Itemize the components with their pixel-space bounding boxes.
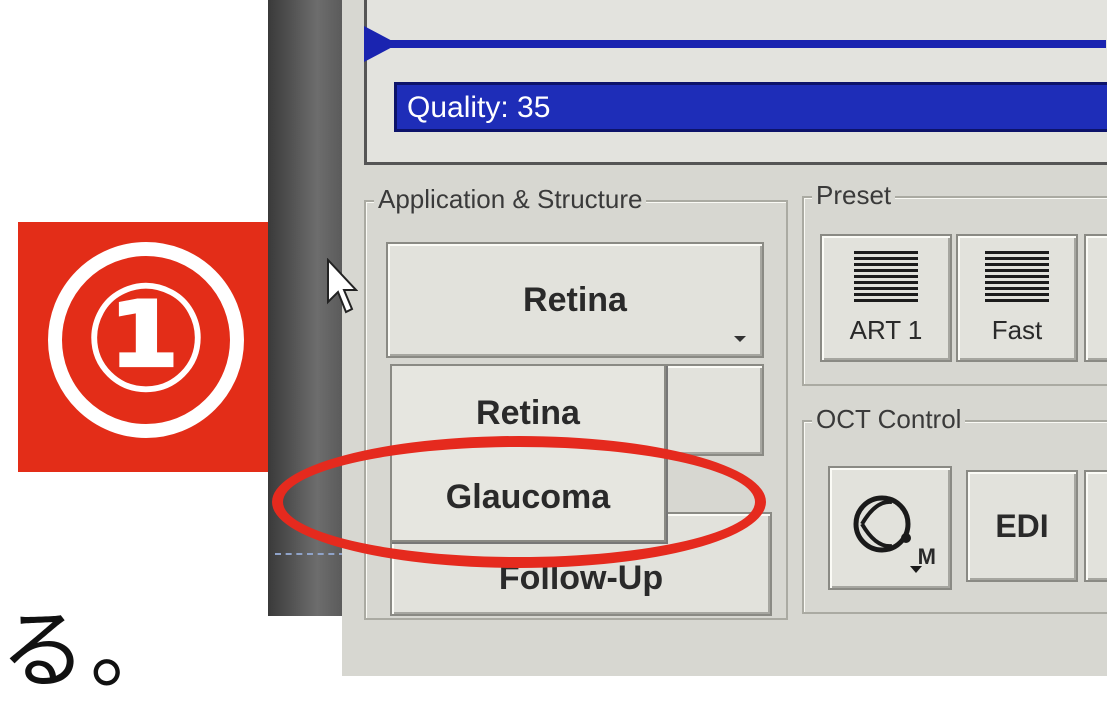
step-badge: ①: [18, 222, 280, 472]
device-screen: Quality: 35 Application & Structure Reti…: [342, 0, 1107, 676]
application-dropdown-value: Retina: [523, 280, 627, 319]
caption-text: る。: [0, 601, 180, 701]
structure-button[interactable]: [664, 364, 764, 456]
application-dropdown[interactable]: Retina: [386, 242, 764, 358]
menu-item-retina[interactable]: Retina: [392, 394, 664, 433]
progress-track: [366, 40, 1106, 48]
mouse-cursor-icon: [327, 258, 358, 314]
edi-button[interactable]: EDI: [966, 470, 1078, 582]
oct-more-button[interactable]: [1084, 470, 1107, 582]
quality-label: Quality: 35: [407, 91, 551, 124]
edi-label: EDI: [995, 507, 1049, 544]
preset-art1-button[interactable]: ART 1: [820, 234, 952, 362]
quality-bar: Quality: 35: [394, 82, 1107, 132]
preset-fast-label: Fast: [991, 314, 1043, 345]
application-structure-title: Application & Structure: [374, 184, 647, 215]
preset-art1-label: ART 1: [849, 314, 923, 345]
chevron-down-icon: [734, 336, 746, 342]
preset-fast-button[interactable]: Fast: [956, 234, 1078, 362]
oct-mode-button[interactable]: M: [828, 466, 952, 590]
scan-lines-icon: [854, 250, 918, 303]
progress-arrow-icon[interactable]: [364, 26, 398, 62]
step-number: ①: [48, 242, 244, 438]
highlight-ellipse: [272, 436, 766, 568]
preset-more-button[interactable]: [1084, 234, 1107, 362]
mode-indicator: M: [917, 544, 936, 569]
oct-control-title: OCT Control: [812, 404, 966, 435]
preset-title: Preset: [812, 180, 896, 211]
dashed-guide: [275, 553, 345, 555]
scan-lines-icon: [985, 250, 1049, 303]
